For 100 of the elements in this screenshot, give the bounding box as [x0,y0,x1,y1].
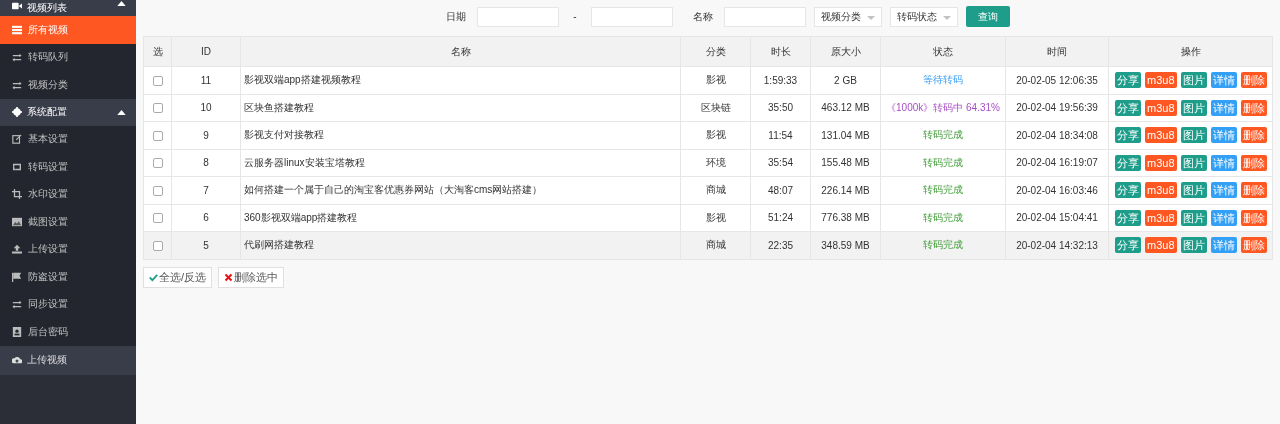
action-button[interactable]: 分享 [1115,127,1141,144]
action-button[interactable]: 图片 [1180,182,1207,199]
name-field[interactable] [723,6,806,27]
action-button[interactable]: m3u8 [1145,182,1177,199]
start-date-field[interactable] [477,6,560,27]
sidebar-item[interactable]: 转码设置 [0,153,136,181]
action-button[interactable]: 详情 [1210,237,1237,254]
action-button[interactable]: 图片 [1180,237,1207,254]
row-checkbox[interactable] [152,103,163,114]
action-button[interactable]: 图片 [1180,154,1207,171]
caret-icon [117,109,126,115]
group-label: 上传视频 [27,353,68,367]
time-cell: 20-02-04 16:03:46 [1016,184,1098,196]
column-header: 时间 [1005,36,1109,67]
action-button[interactable]: 删除 [1240,127,1267,144]
action-button[interactable]: 分享 [1115,237,1141,254]
action-button[interactable]: m3u8 [1145,99,1177,116]
action-button[interactable]: 删除 [1240,237,1267,254]
action-button[interactable]: 图片 [1180,99,1207,116]
search-button[interactable]: 查询 [965,6,1010,27]
size-cell: 226.14 MB [821,184,870,196]
action-button[interactable]: 图片 [1180,209,1207,226]
sidebar-item[interactable]: 视频分类 [0,71,136,99]
name-cell: 如何搭建一个属于自己的淘宝客优惠券网站（大淘客cms网站搭建） [244,184,543,196]
action-button[interactable]: 详情 [1210,154,1237,171]
sidebar-item[interactable]: 转码队列 [0,43,136,71]
caret-icon [117,1,126,6]
column-header: ID [171,36,241,67]
action-button[interactable]: 删除 [1240,99,1267,116]
list-icon [12,24,22,35]
sidebar-item[interactable]: 上传设置 [0,235,136,263]
image-icon [12,216,22,227]
action-button[interactable]: m3u8 [1145,72,1177,89]
sidebar-group[interactable]: 系统配置 [0,98,136,126]
row-checkbox[interactable] [152,213,163,224]
column-header: 选 [143,36,172,67]
row-checkbox[interactable] [152,130,163,141]
id-cell: 11 [200,74,212,86]
action-button[interactable]: 详情 [1210,72,1237,89]
size-cell: 348.59 MB [821,239,870,251]
end-date-field[interactable] [590,6,673,27]
upload-icon [12,244,22,255]
swap-arrows-icon [12,299,22,310]
action-button[interactable]: 分享 [1115,182,1141,199]
sidebar-item[interactable]: 水印设置 [0,180,136,208]
action-button[interactable]: m3u8 [1145,154,1177,171]
row-checkbox[interactable] [152,75,163,86]
sidebar-group[interactable]: 上传视频 [0,345,136,375]
action-button[interactable]: 删除 [1240,72,1267,89]
action-button[interactable]: 分享 [1115,72,1141,89]
time-cell: 20-02-04 15:04:41 [1016,212,1098,224]
sidebar-item[interactable]: 所有视频 [0,16,136,44]
time-cell: 20-02-04 19:56:39 [1016,102,1098,114]
action-button[interactable]: 删除 [1240,154,1267,171]
sidebar-item[interactable]: 后台密码 [0,318,136,346]
action-button[interactable]: m3u8 [1145,237,1177,254]
category-select[interactable]: 视频分类 [813,6,882,27]
action-button[interactable]: 删除 [1240,182,1267,199]
bulk-action-button[interactable]: 删除选中 [218,266,285,288]
action-button[interactable]: 图片 [1180,127,1207,144]
name-label: 名称 [692,9,713,24]
row-checkbox[interactable] [152,185,163,196]
action-button[interactable]: m3u8 [1145,209,1177,226]
size-cell: 155.48 MB [821,157,870,169]
date-label: 日期 [446,9,467,24]
bulk-action-button[interactable]: 全选/反选 [143,266,213,288]
action-button[interactable]: m3u8 [1145,127,1177,144]
category-cell: 影视 [705,74,726,86]
action-button[interactable]: 详情 [1210,99,1237,116]
action-button[interactable]: 详情 [1210,209,1237,226]
row-checkbox[interactable] [152,240,163,251]
action-button[interactable]: 详情 [1210,182,1237,199]
sidebar-group[interactable]: 视频列表 [0,0,136,16]
group-label: 系统配置 [27,105,68,119]
duration-cell: 1:59:33 [763,74,798,86]
duration-cell: 35:50 [768,102,793,114]
time-cell: 20-02-04 16:19:07 [1016,157,1098,169]
action-button[interactable]: 删除 [1240,209,1267,226]
action-button[interactable]: 图片 [1180,72,1207,89]
status-cell: 转码完成 [923,156,963,168]
sidebar-item[interactable]: 防盗设置 [0,263,136,291]
close-icon [224,272,234,282]
sidebar-item[interactable]: 同步设置 [0,290,136,318]
status-cell: 转码完成 [923,211,963,223]
status-cell: 转码完成 [923,129,963,141]
date-separator: - [573,11,577,22]
sidebar-item[interactable]: 截图设置 [0,208,136,236]
action-button[interactable]: 分享 [1115,209,1141,226]
action-button[interactable]: 详情 [1210,127,1237,144]
category-cell: 影视 [705,211,726,223]
action-button[interactable]: 分享 [1115,99,1141,116]
category-cell: 环境 [705,156,726,168]
duration-cell: 11:54 [768,129,793,141]
action-button[interactable]: 分享 [1115,154,1141,171]
status-select[interactable]: 转码状态 [889,6,958,27]
name-cell: 代刷网搭建教程 [244,239,314,251]
column-header: 时长 [750,36,811,67]
row-checkbox[interactable] [152,158,163,169]
size-cell: 776.38 MB [821,212,870,224]
sidebar-item[interactable]: 基本设置 [0,125,136,153]
